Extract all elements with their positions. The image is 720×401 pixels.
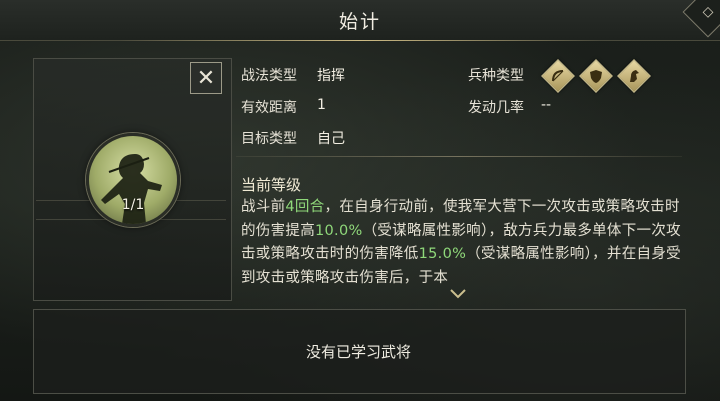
tactic-type-value: 指挥 [317,68,345,84]
range-value: 1 [317,97,326,113]
highlight-value: 4回合 [285,199,325,215]
trigger-rate-label: 发动几率 [468,100,524,116]
section-divider [236,156,682,157]
title-bar: 始计 [0,0,720,41]
tactic-type-label: 战法类型 [241,68,297,84]
corner-icon: ◇ [702,4,714,20]
skill-description: 战斗前4回合，在自身行动前，使我军大营下一次攻击或策略攻击时的伤害提高10.0%… [241,196,683,292]
scroll-down-chevron-icon[interactable] [450,289,466,299]
close-button[interactable]: ✕ [190,62,222,94]
portrait-count: 1/1 [121,197,145,213]
target-value: 自己 [317,131,345,147]
highlight-value: 15.0% [418,246,467,262]
target-label: 目标类型 [241,131,297,147]
highlight-value: 10.0% [315,222,363,239]
description-text: 战斗前 [241,199,286,215]
unit-type-label: 兵种类型 [468,68,524,84]
no-general-text: 没有已学习武将 [305,343,411,361]
range-label: 有效距离 [241,100,297,116]
current-level-title: 当前等级 [241,176,302,194]
page-title: 始计 [338,11,381,33]
trigger-rate-value: -- [541,97,552,113]
